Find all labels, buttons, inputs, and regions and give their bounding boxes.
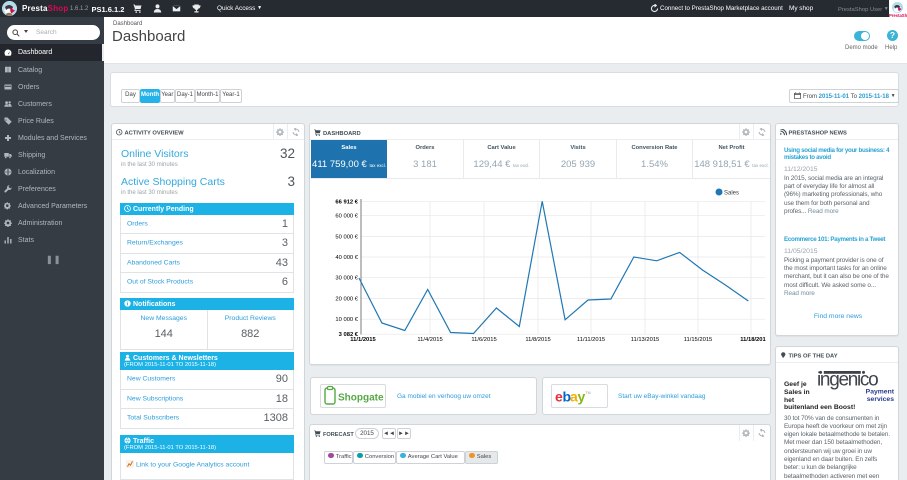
svg-text:11/4/2015: 11/4/2015 (417, 337, 442, 343)
svg-text:66 912 €: 66 912 € (335, 199, 358, 205)
svg-text:11/6/2015: 11/6/2015 (471, 337, 496, 343)
svg-text:60 000 €: 60 000 € (335, 214, 358, 220)
svg-text:services: services (867, 396, 894, 403)
svg-text:10 000 €: 10 000 € (335, 317, 358, 323)
svg-text:y: y (578, 389, 586, 405)
svg-text:ingenico: ingenico (817, 370, 878, 391)
svg-text:11/11/2015: 11/11/2015 (577, 337, 605, 343)
svg-text:11/1/2015: 11/1/2015 (350, 337, 376, 343)
svg-text:30 000 €: 30 000 € (335, 276, 358, 282)
svg-text:Shopgate: Shopgate (338, 393, 384, 404)
svg-text:Payment: Payment (866, 389, 895, 396)
svg-text:50 000 €: 50 000 € (335, 234, 358, 240)
svg-text:11/18/201: 11/18/201 (740, 337, 766, 343)
svg-text:TM: TM (586, 391, 591, 395)
svg-text:Sales: Sales (724, 191, 739, 197)
svg-text:11/15/2015: 11/15/2015 (684, 337, 713, 343)
svg-text:11/8/2015: 11/8/2015 (525, 337, 550, 343)
svg-text:20 000 €: 20 000 € (335, 297, 358, 303)
svg-text:11/13/2015: 11/13/2015 (631, 337, 660, 343)
svg-text:40 000 €: 40 000 € (335, 255, 358, 261)
